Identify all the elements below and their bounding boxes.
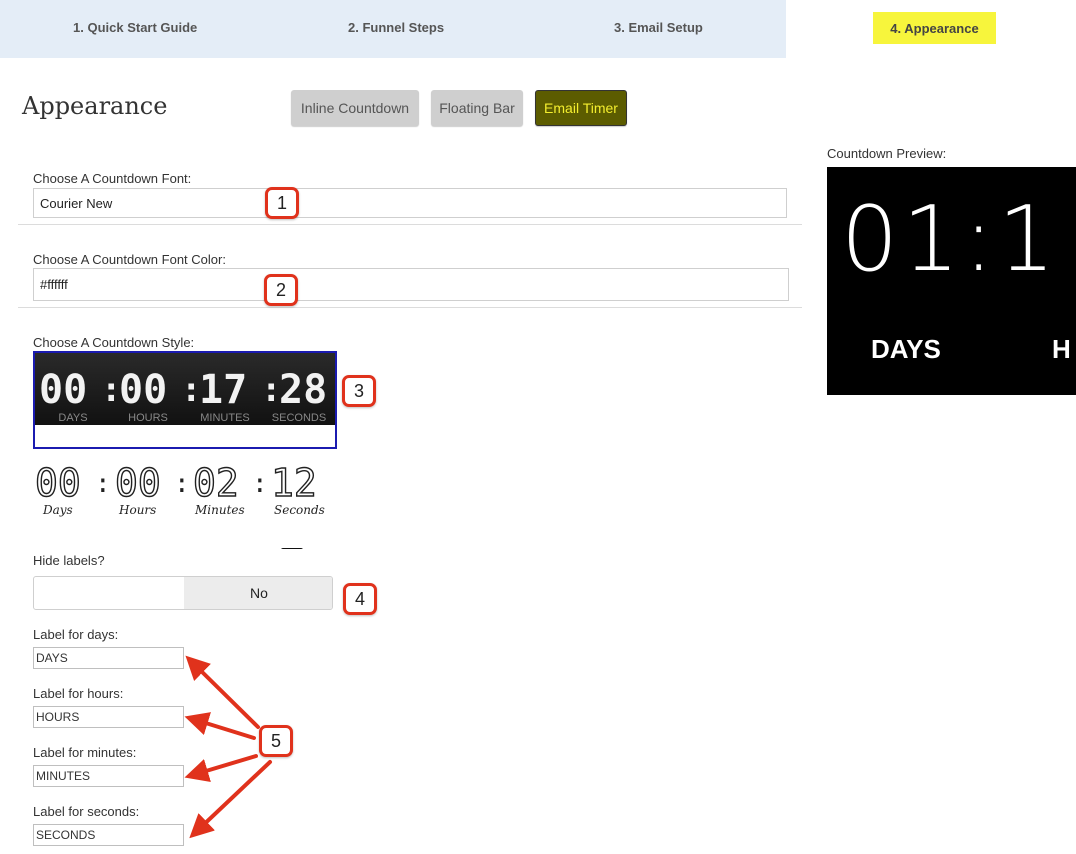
annotation-badge-4: 4 bbox=[343, 583, 377, 615]
arrow-to-days-input bbox=[185, 655, 260, 729]
annotation-badge-1: 1 bbox=[265, 187, 299, 219]
annotation-badge-5: 5 bbox=[259, 725, 293, 757]
arrow-to-hours-input bbox=[184, 712, 256, 740]
annotation-badge-3: 3 bbox=[342, 375, 376, 407]
annotation-badge-2: 2 bbox=[264, 274, 298, 306]
annotation-arrows bbox=[184, 655, 272, 839]
arrow-to-minutes-input bbox=[184, 754, 258, 783]
